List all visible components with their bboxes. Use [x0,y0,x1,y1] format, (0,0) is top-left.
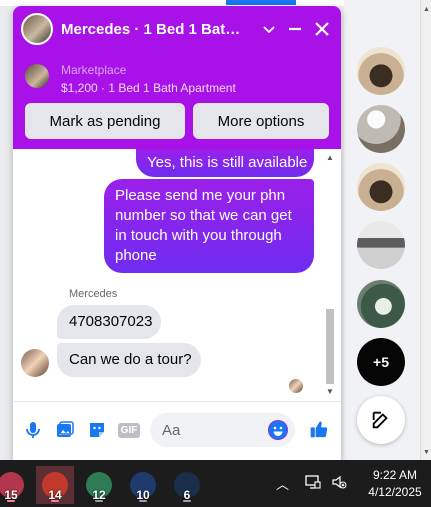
active-tab-indicator [226,0,296,5]
emoji-button[interactable] [268,420,288,440]
chat-head-3[interactable] [357,163,405,211]
chat-head-2[interactable] [357,105,405,153]
message-line: in touch with you through [115,227,282,244]
compose-icon [372,411,388,429]
scroll-up-arrow-icon[interactable]: ▲ [326,153,334,162]
incoming-message: Can we do a tour? [57,343,201,377]
sticker-button[interactable] [86,419,108,441]
attach-photo-button[interactable] [54,419,76,441]
volume-muted-icon[interactable] [331,474,347,493]
running-indicator [7,500,15,502]
minimize-icon [289,27,301,31]
chat-head-1[interactable] [357,47,405,95]
clock-date: 4/12/2025 [368,485,422,499]
outgoing-message: Please send me your phn number so that w… [104,179,314,273]
running-indicator [51,500,59,502]
close-icon [315,22,329,36]
chat-head-4[interactable] [357,221,405,269]
listing-thumbnail[interactable] [25,64,49,88]
thread-scrollbar-thumb[interactable] [326,309,334,384]
speaker-icon [332,475,347,489]
taskbar-app-4[interactable]: 10 [124,466,162,504]
chat-title-text: Mercedes · 1 Bed 1 Bath A [61,21,241,38]
seen-indicator-avatar [289,379,303,393]
sender-name: Mercedes [69,288,118,300]
photo-icon [57,421,74,437]
taskbar-app-1[interactable]: 15 [0,466,30,504]
windows-taskbar: 15 14 12 10 6 ︿ 9:22 AM 4/12/2025 [0,460,431,507]
outgoing-message: Yes, this is still available [136,149,314,177]
more-options-button[interactable]: More options [193,103,329,139]
taskbar-app-5[interactable]: 6 [168,466,206,504]
message-line: phone [115,247,157,264]
voice-clip-button[interactable] [22,419,44,441]
running-indicator [95,500,103,502]
listing-summary[interactable]: $1,200 · 1 Bed 1 Bath Apartment [61,81,236,95]
message-composer: GIF Aa [13,401,341,460]
chat-title[interactable]: Mercedes · 1 Bed 1 Bath A » [61,21,241,38]
gif-icon: GIF [117,422,141,438]
message-thread: Yes, this is still available Please send… [13,149,341,401]
message-line: Please send me your phn [115,187,286,204]
more-chats-count: +5 [373,354,389,370]
app-avatar-icon: 14 [42,472,68,502]
chevron-down-icon [263,26,275,34]
scroll-up-arrow-icon[interactable]: ▲ [423,6,430,13]
microphone-icon [26,422,40,438]
running-indicator [183,500,191,502]
app-avatar-icon: 6 [174,472,200,502]
thumbs-up-icon [310,421,328,438]
scroll-down-arrow-icon[interactable]: ▼ [423,449,430,456]
thread-scrollbar[interactable]: ▲ ▼ [324,149,336,401]
incoming-message: 4708307023 [57,305,161,339]
minimize-chat-button[interactable] [282,16,308,42]
emoji-icon [269,421,287,439]
message-line: number so that we can get [115,207,292,224]
app-avatar-icon: 10 [130,472,156,502]
chat-options-button[interactable] [256,16,282,42]
new-message-button[interactable] [357,396,405,444]
chat-window: Mercedes · 1 Bed 1 Bath A » Marketplace … [13,6,341,460]
page-scrollbar[interactable]: ▲ ▼ [420,0,431,460]
scroll-down-arrow-icon[interactable]: ▼ [326,387,334,396]
gif-button[interactable]: GIF [117,419,141,441]
close-chat-button[interactable] [309,16,335,42]
taskbar-app-3[interactable]: 12 [80,466,118,504]
taskbar-app-2[interactable]: 14 [36,466,74,504]
system-clock[interactable]: 9:22 AM 4/12/2025 [360,467,430,501]
chat-header: Mercedes · 1 Bed 1 Bath A » Marketplace … [13,6,341,149]
app-avatar-icon: 15 [0,472,24,502]
more-chats-bubble[interactable]: +5 [357,338,405,386]
marketplace-label: Marketplace [61,63,127,77]
show-hidden-icons-chevron-icon[interactable]: ︿ [276,474,289,493]
message-input-placeholder: Aa [162,421,181,439]
mark-as-pending-button[interactable]: Mark as pending [25,103,185,139]
running-indicator [139,500,147,502]
contact-avatar[interactable] [21,13,53,45]
chat-head-5[interactable] [357,280,405,328]
send-like-button[interactable] [307,417,331,441]
clock-time: 9:22 AM [372,468,418,482]
network-icon[interactable] [305,474,321,493]
sticker-icon [90,423,104,437]
sender-avatar[interactable] [21,349,49,377]
monitor-icon [305,475,321,489]
app-avatar-icon: 12 [86,472,112,502]
